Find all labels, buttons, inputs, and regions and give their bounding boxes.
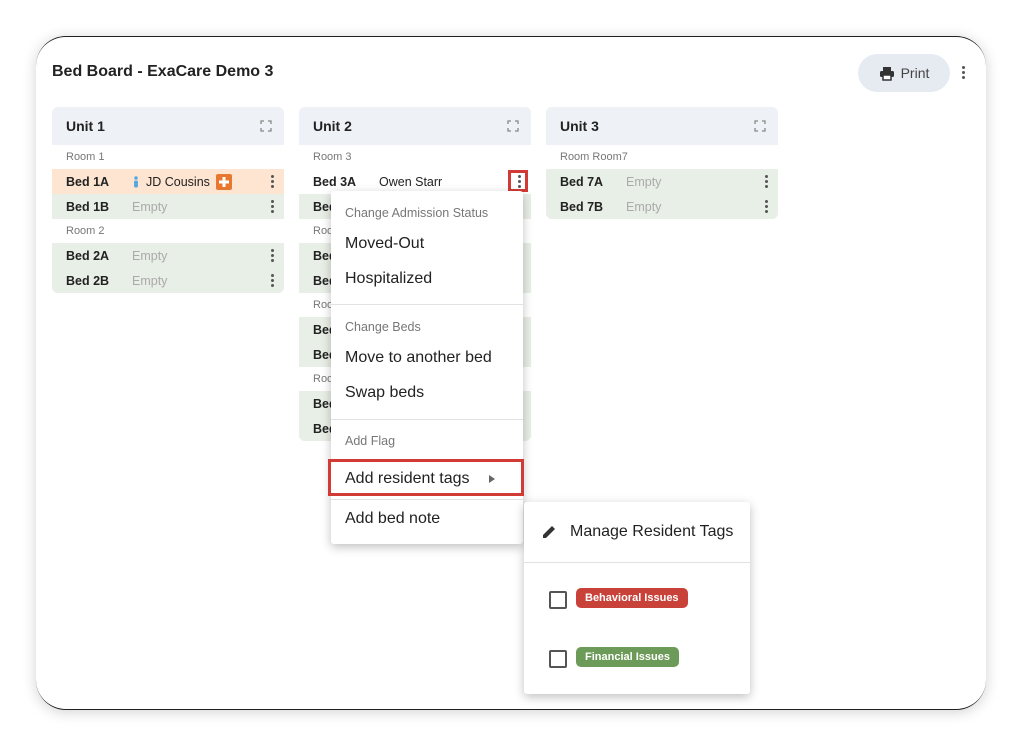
unit-card-1: Unit 1 Room 1 Bed 1A JD Cousins Bed 1B E… — [52, 107, 284, 293]
manage-tags-item[interactable]: Manage Resident Tags — [570, 523, 733, 541]
unit-header: Unit 2 — [299, 107, 531, 145]
print-button[interactable]: Print — [858, 54, 950, 92]
resident-name[interactable]: Owen Starr — [379, 175, 442, 189]
menu-section-beds: Change Beds — [345, 320, 421, 334]
bed-row[interactable]: Bed 1A JD Cousins — [52, 169, 284, 194]
bed-name: Bed 7A — [560, 174, 604, 189]
bed-status: Empty — [132, 273, 168, 288]
menu-item-moved-out[interactable]: Moved-Out — [331, 235, 424, 253]
bed-row[interactable]: Bed 7B Empty — [546, 194, 778, 219]
unit-title: Unit 3 — [560, 118, 599, 134]
bed-status: Empty — [132, 199, 168, 214]
bed-row[interactable]: Bed 7A Empty — [546, 169, 778, 194]
menu-divider — [524, 562, 750, 563]
resident-tags-submenu: Manage Resident Tags Behavioral Issues F… — [524, 502, 750, 694]
bed-status: Empty — [626, 199, 662, 214]
person-icon — [134, 175, 138, 187]
hospital-icon — [215, 173, 232, 190]
menu-item-move-bed[interactable]: Move to another bed — [331, 349, 492, 367]
bed-name: Bed 7B — [560, 199, 604, 214]
pencil-icon — [543, 526, 555, 538]
tag-financial-issues: Financial Issues — [576, 647, 679, 667]
bed-row[interactable]: Bed 2A Empty — [52, 243, 284, 268]
bed-name: Bed 2A — [66, 248, 110, 263]
menu-divider — [331, 304, 523, 305]
expand-icon[interactable] — [507, 120, 519, 132]
bed-context-menu: Change Admission Status Moved-Out Hospit… — [328, 191, 524, 544]
tag-checkbox[interactable] — [549, 650, 567, 668]
bed-more-icon[interactable] — [765, 200, 768, 213]
tag-checkbox[interactable] — [549, 591, 567, 609]
room-label: Room Room7 — [546, 145, 778, 169]
unit-card-3: Unit 3 Room Room7 Bed 7A Empty Bed 7B Em… — [546, 107, 778, 219]
highlight-box — [508, 170, 528, 192]
room-label: Room 2 — [52, 219, 284, 243]
expand-icon[interactable] — [754, 120, 766, 132]
menu-item-hospitalized[interactable]: Hospitalized — [331, 270, 432, 288]
unit-title: Unit 2 — [313, 118, 352, 134]
bed-more-icon[interactable] — [765, 175, 768, 188]
printer-icon — [879, 66, 894, 81]
room-label: Room 3 — [299, 145, 531, 169]
bed-row[interactable]: Bed 1B Empty — [52, 194, 284, 219]
resident-name[interactable]: JD Cousins — [146, 175, 210, 189]
print-label: Print — [900, 65, 930, 81]
bed-status: Empty — [626, 174, 662, 189]
bed-more-icon[interactable] — [271, 249, 274, 262]
tag-behavioral-issues: Behavioral Issues — [576, 588, 688, 608]
bed-name: Bed 1B — [66, 199, 110, 214]
bed-status: Empty — [132, 248, 168, 263]
bed-more-icon[interactable] — [271, 274, 274, 287]
menu-section-admission: Change Admission Status — [345, 206, 489, 220]
bed-row[interactable]: Bed 2B Empty — [52, 268, 284, 293]
page-title: Bed Board - ExaCare Demo 3 — [52, 63, 274, 80]
bed-name: Bed 1A — [66, 174, 110, 189]
unit-title: Unit 1 — [66, 118, 105, 134]
menu-item-add-note[interactable]: Add bed note — [331, 510, 440, 528]
bed-name: Bed 2B — [66, 273, 110, 288]
bed-more-icon[interactable] — [271, 175, 274, 188]
unit-header: Unit 1 — [52, 107, 284, 145]
menu-divider — [331, 419, 523, 420]
page-more-icon[interactable] — [962, 66, 965, 79]
menu-item-swap-beds[interactable]: Swap beds — [331, 384, 424, 402]
unit-header: Unit 3 — [546, 107, 778, 145]
room-label: Room 1 — [52, 145, 284, 169]
menu-section-flag: Add Flag — [345, 434, 396, 448]
bed-board-window: Bed Board - ExaCare Demo 3 Print Unit 1 … — [36, 36, 986, 710]
bed-more-icon[interactable] — [271, 200, 274, 213]
menu-divider — [331, 499, 523, 500]
bed-name: Bed 3A — [313, 174, 357, 189]
expand-icon[interactable] — [260, 120, 272, 132]
highlight-box — [328, 459, 524, 496]
